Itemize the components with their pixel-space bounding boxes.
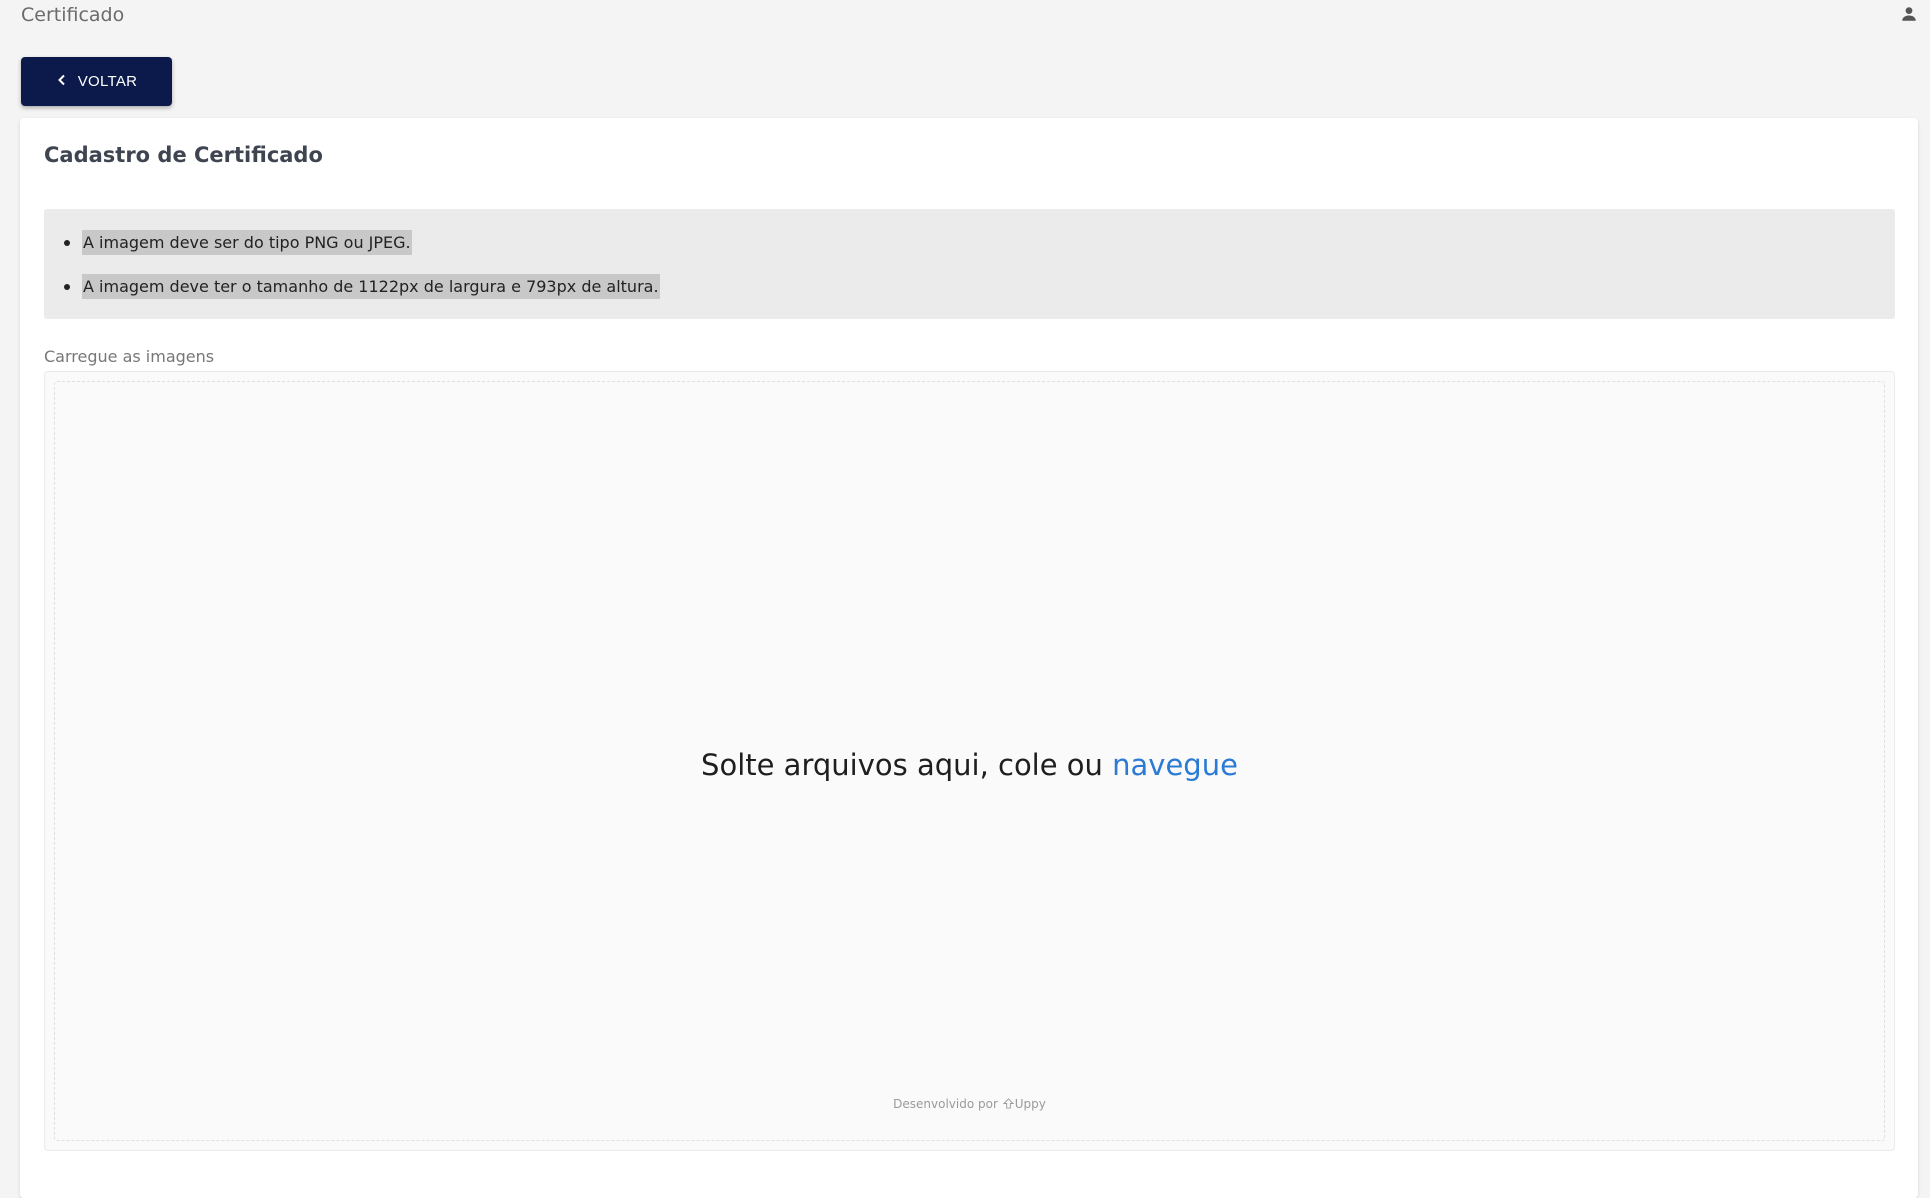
top-bar: Certificado (0, 0, 1930, 30)
list-item: A imagem deve ter o tamanho de 1122px de… (64, 274, 660, 299)
certificate-form-card: Cadastro de Certificado A imagem deve se… (20, 118, 1918, 1198)
person-icon[interactable] (1900, 5, 1918, 23)
chevron-left-icon (56, 73, 68, 90)
back-button-label: VOLTAR (77, 73, 138, 90)
list-item: A imagem deve ser do tipo PNG ou JPEG. (64, 230, 412, 255)
browse-link[interactable]: navegue (1112, 748, 1238, 782)
bullet (64, 283, 70, 290)
file-dropzone[interactable]: Solte arquivos aqui, cole ou navegue Des… (44, 371, 1895, 1151)
powered-by: Desenvolvido por Uppy (55, 1097, 1884, 1111)
powered-by-text: Desenvolvido por (893, 1097, 998, 1111)
uppy-link[interactable]: Uppy (1015, 1097, 1046, 1111)
card-title: Cadastro de Certificado (44, 143, 323, 167)
drop-instructions: Solte arquivos aqui, cole ou (701, 748, 1103, 782)
dropzone-text: Solte arquivos aqui, cole ou navegue (55, 748, 1884, 782)
requirements-notice: A imagem deve ser do tipo PNG ou JPEG. A… (44, 209, 1895, 319)
bullet (64, 239, 70, 246)
page-title: Certificado (21, 4, 125, 26)
upload-label: Carregue as imagens (44, 347, 215, 366)
requirement-text: A imagem deve ser do tipo PNG ou JPEG. (82, 230, 412, 255)
back-button[interactable]: VOLTAR (21, 57, 172, 106)
requirement-text: A imagem deve ter o tamanho de 1122px de… (82, 274, 660, 299)
dropzone-area[interactable]: Solte arquivos aqui, cole ou navegue Des… (54, 381, 1885, 1141)
uppy-logo-icon (1002, 1097, 1015, 1111)
